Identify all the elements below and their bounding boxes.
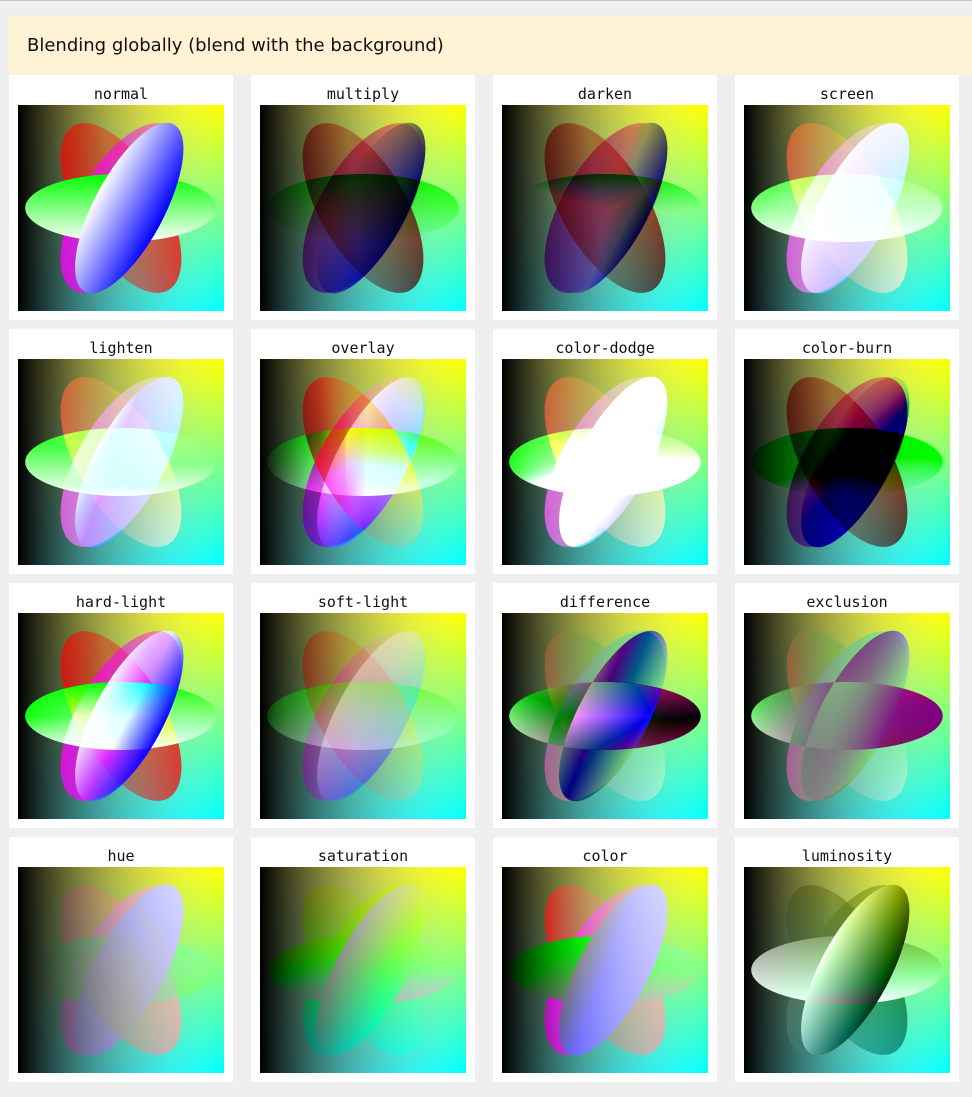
blend-tile-color: color <box>493 837 717 1082</box>
blend-mode-label: lighten <box>9 339 233 357</box>
blend-demo-canvas <box>260 613 466 819</box>
blend-tile-hard-light: hard-light <box>9 583 233 828</box>
blend-mode-label: luminosity <box>735 847 959 865</box>
blend-mode-label: hard-light <box>9 593 233 611</box>
blend-mode-grid: normal multiply darken screen lighten overlay… <box>0 0 972 1097</box>
blend-mode-label: screen <box>735 85 959 103</box>
blend-demo-canvas <box>744 867 950 1073</box>
blend-tile-color-burn: color-burn <box>735 329 959 574</box>
blend-mode-label: exclusion <box>735 593 959 611</box>
blend-tile-multiply: multiply <box>251 75 475 320</box>
blend-demo-canvas <box>18 359 224 565</box>
blend-tile-lighten: lighten <box>9 329 233 574</box>
blend-mode-label: multiply <box>251 85 475 103</box>
blend-demo-canvas <box>260 867 466 1073</box>
blend-mode-label: color-dodge <box>493 339 717 357</box>
blend-mode-label: saturation <box>251 847 475 865</box>
blend-tile-hue: hue <box>9 837 233 1082</box>
blend-tile-darken: darken <box>493 75 717 320</box>
blend-tile-difference: difference <box>493 583 717 828</box>
blend-demo-canvas <box>744 105 950 311</box>
blend-demo-canvas <box>502 867 708 1073</box>
blend-tile-normal: normal <box>9 75 233 320</box>
blend-mode-label: overlay <box>251 339 475 357</box>
blend-mode-label: hue <box>9 847 233 865</box>
blend-tile-overlay: overlay <box>251 329 475 574</box>
blend-mode-label: darken <box>493 85 717 103</box>
blend-demo-canvas <box>260 359 466 565</box>
blend-demo-canvas <box>18 613 224 819</box>
blend-tile-exclusion: exclusion <box>735 583 959 828</box>
blend-demo-canvas <box>502 613 708 819</box>
blend-demo-canvas <box>502 359 708 565</box>
blend-demo-canvas <box>744 359 950 565</box>
blend-demo-canvas <box>260 105 466 311</box>
blend-mode-label: difference <box>493 593 717 611</box>
blend-tile-color-dodge: color-dodge <box>493 329 717 574</box>
blend-tile-screen: screen <box>735 75 959 320</box>
blend-demo-canvas <box>18 867 224 1073</box>
blend-mode-label: color <box>493 847 717 865</box>
blend-mode-label: normal <box>9 85 233 103</box>
blend-demo-canvas <box>744 613 950 819</box>
blend-tile-saturation: saturation <box>251 837 475 1082</box>
page: { "header": { "title": "Blending globall… <box>0 0 972 1097</box>
blend-mode-label: soft-light <box>251 593 475 611</box>
blend-demo-canvas <box>18 105 224 311</box>
blend-demo-canvas <box>502 105 708 311</box>
blend-tile-soft-light: soft-light <box>251 583 475 828</box>
blend-mode-label: color-burn <box>735 339 959 357</box>
blend-tile-luminosity: luminosity <box>735 837 959 1082</box>
